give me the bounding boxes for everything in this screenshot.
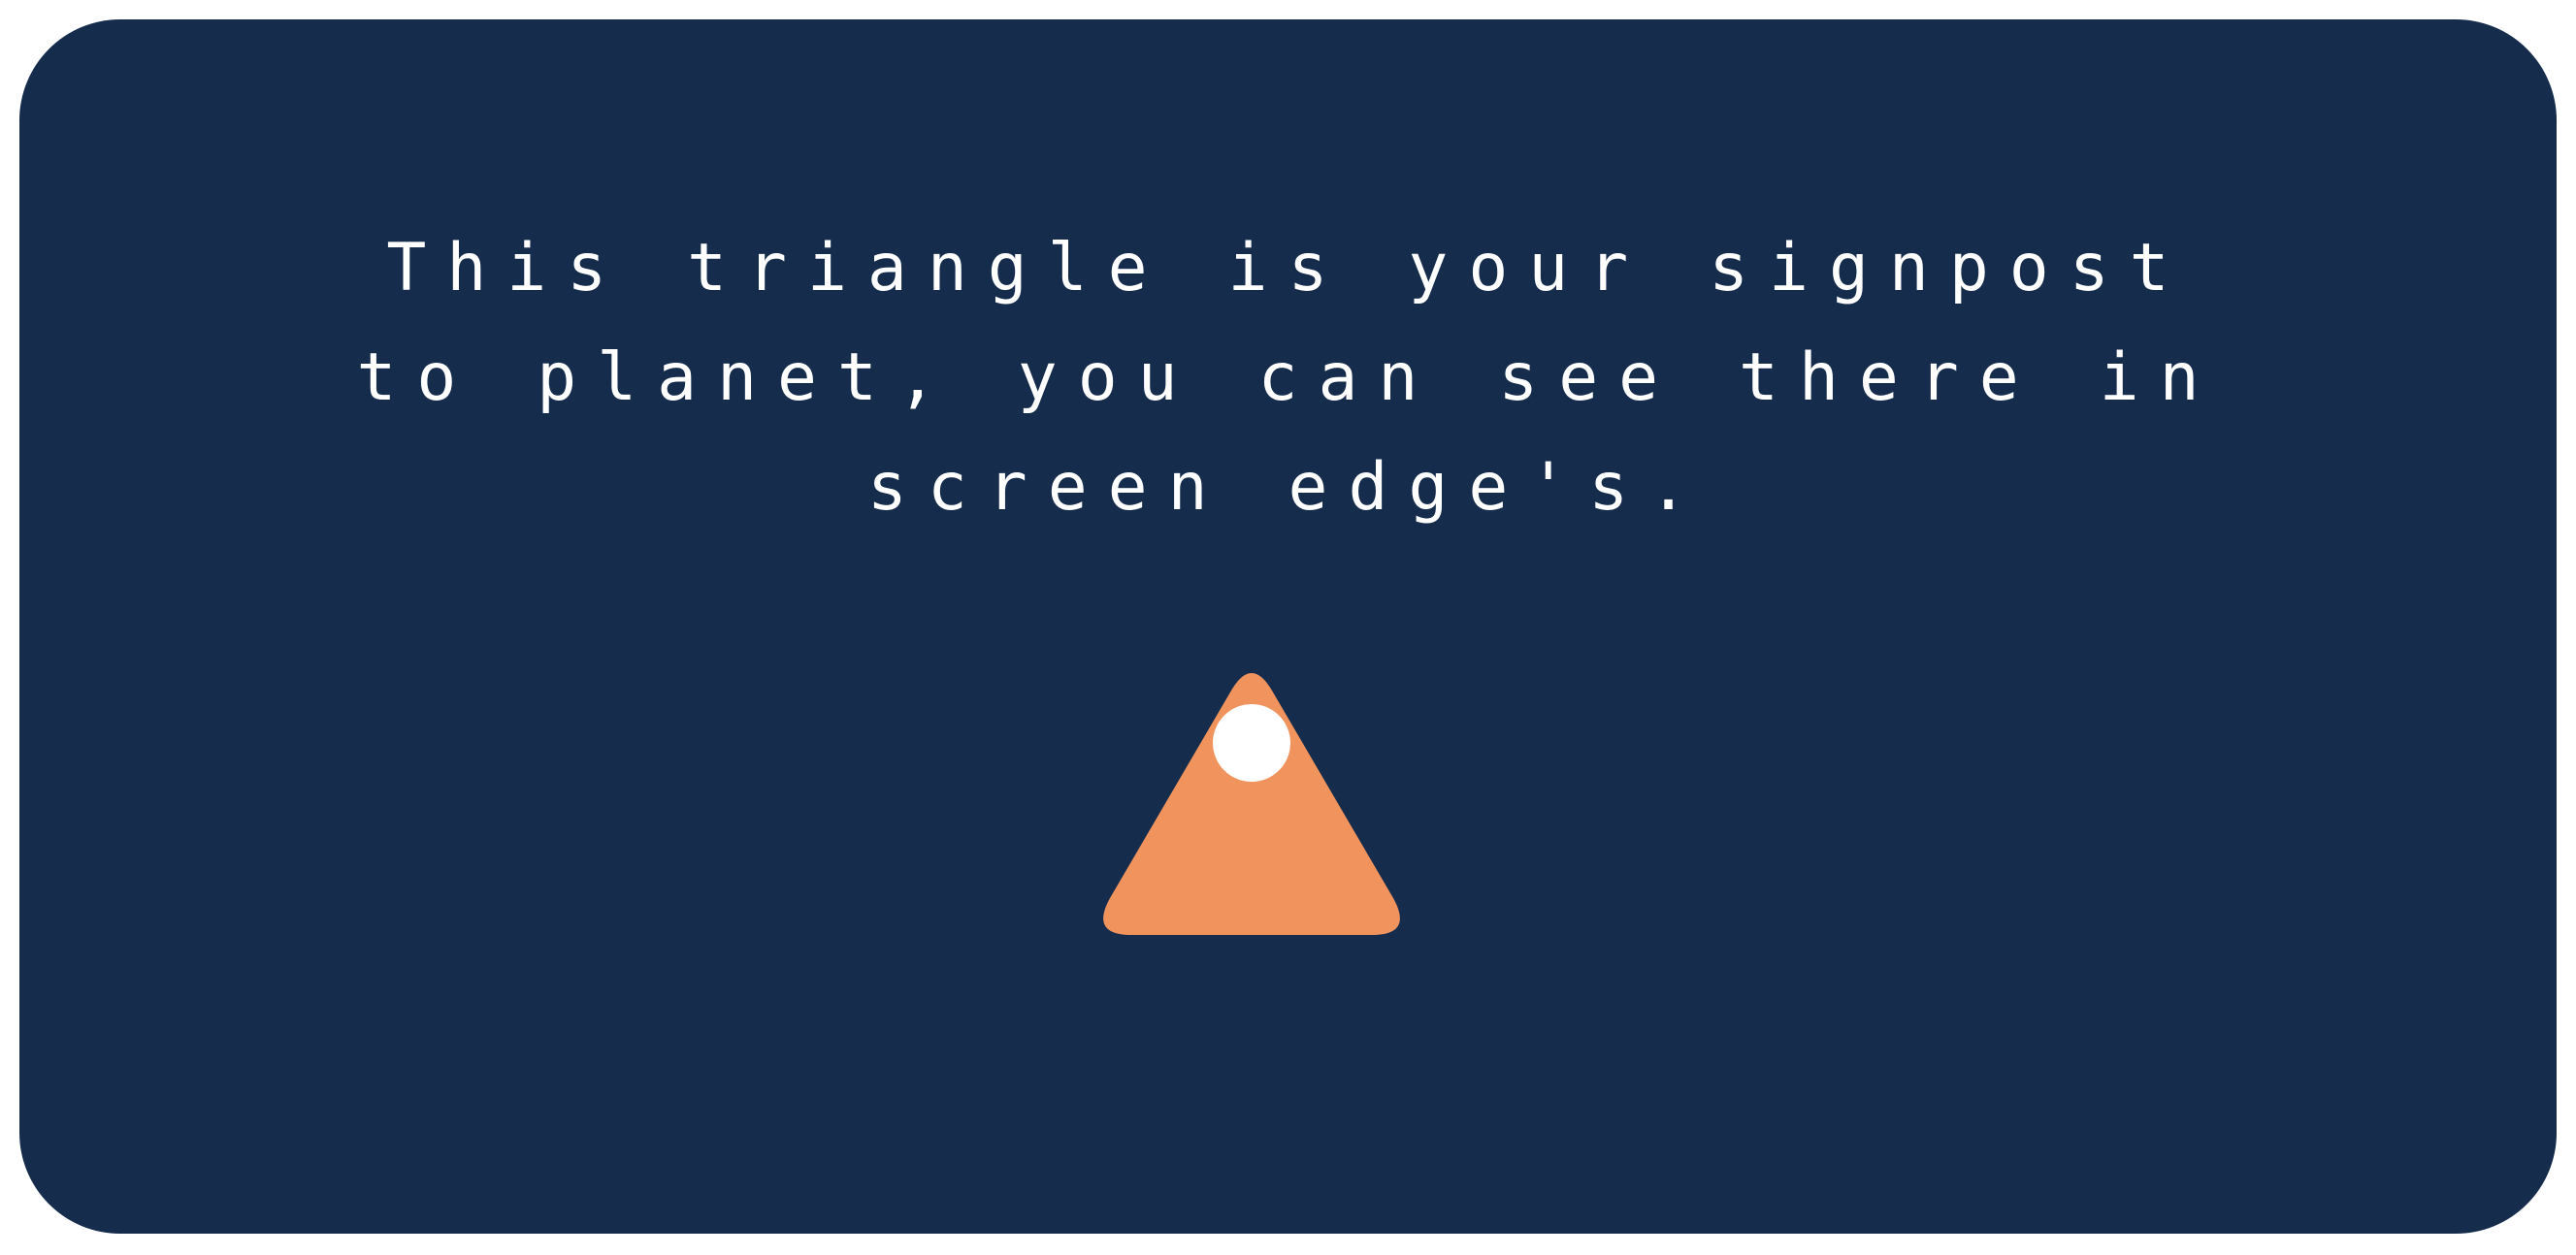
tutorial-panel: This triangle is your signpost to planet… [19,19,2557,1234]
signpost-dot [1213,704,1290,782]
planet-signpost-triangle-icon [1103,673,1400,935]
tutorial-message: This triangle is your signpost to planet… [356,230,2220,526]
